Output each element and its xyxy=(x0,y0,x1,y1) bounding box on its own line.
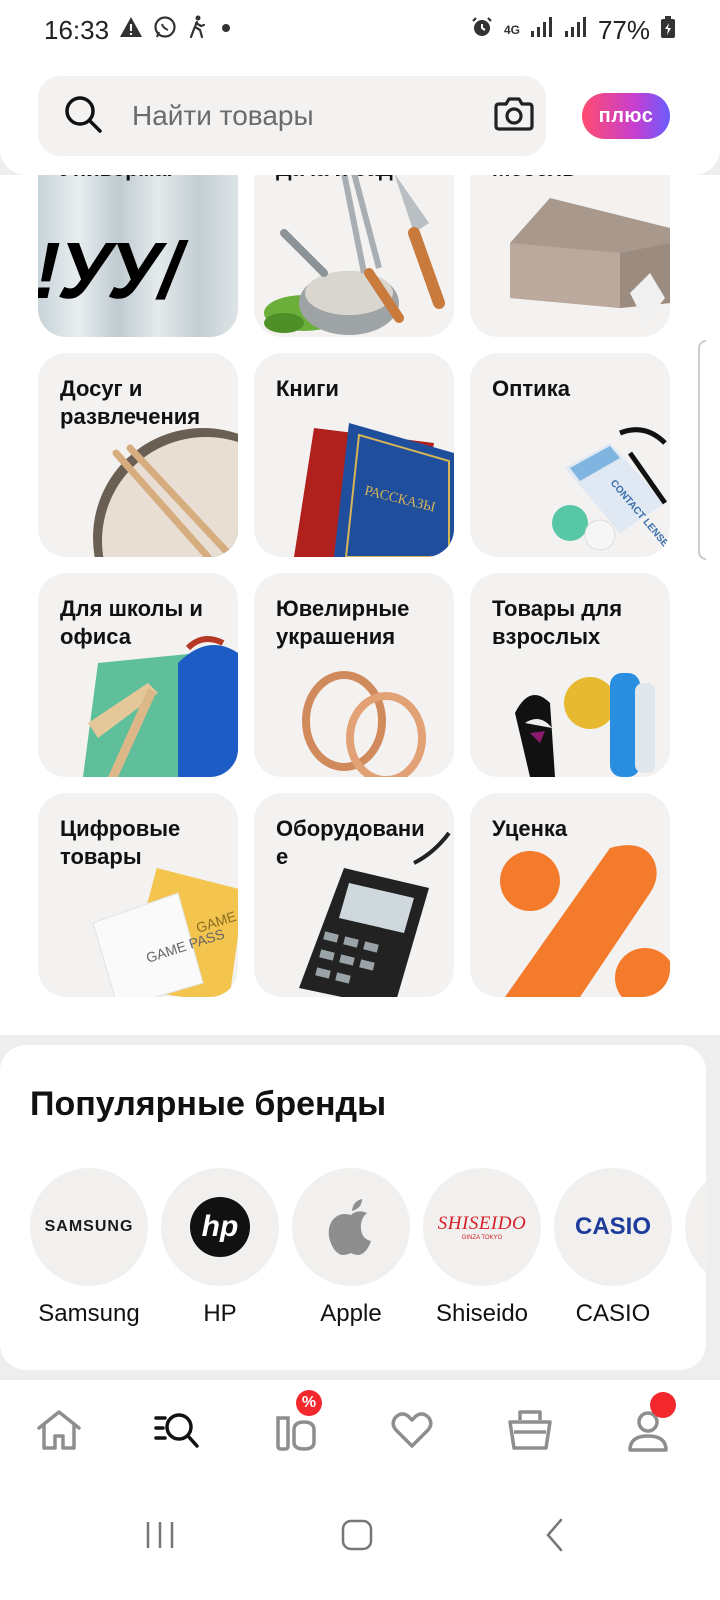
system-navigation xyxy=(0,1480,720,1600)
side-scroll-handle[interactable] xyxy=(698,340,706,560)
nav-favorites[interactable] xyxy=(384,1402,440,1458)
brand-name: CASIO xyxy=(575,1300,651,1327)
network-type: 4G xyxy=(503,23,520,37)
category-label: Цифровые товары xyxy=(60,816,181,869)
category-tile-univermag[interactable]: !УУ/ Универмаг xyxy=(38,175,238,337)
category-label: Оборудовани е xyxy=(276,816,425,869)
home-square-icon xyxy=(341,1519,373,1551)
signal-icon xyxy=(530,16,554,44)
furniture-image xyxy=(510,198,670,323)
brand-name: Samsung xyxy=(38,1300,140,1327)
whatsapp-icon xyxy=(153,15,177,45)
brand-name: HP xyxy=(203,1300,237,1327)
brand-hp[interactable]: hp HP xyxy=(161,1168,279,1328)
category-tile-optics[interactable]: CONTACT LENSES Оптика xyxy=(470,353,670,557)
brand-casio[interactable]: CASIO CASIO xyxy=(554,1168,672,1328)
recent-apps-icon xyxy=(146,1522,174,1548)
status-time: 16:33 xyxy=(44,14,110,45)
notification-dot xyxy=(650,1392,676,1418)
back-button[interactable] xyxy=(525,1505,585,1565)
brand-name: Shiseido xyxy=(435,1300,529,1327)
catalog-search-icon xyxy=(154,1413,199,1448)
popular-brands-section: Популярные бренды SAMSUNG Samsung hp HP … xyxy=(0,1045,706,1370)
status-bar: 16:33 4G 77% xyxy=(0,0,720,60)
cart-icon xyxy=(508,1410,552,1450)
warning-icon xyxy=(119,16,143,44)
sale-badge: % xyxy=(296,1390,322,1416)
brand-logo xyxy=(685,1168,706,1286)
header: плюс xyxy=(0,60,720,175)
category-tile-school[interactable]: Для школы и офиса xyxy=(38,573,238,777)
dot-icon xyxy=(217,17,235,43)
search-input[interactable] xyxy=(132,100,493,132)
brand-logo: hp xyxy=(161,1168,279,1286)
brand-logo xyxy=(292,1168,410,1286)
brand-logo: SHISEIDO GINZA TOKYO xyxy=(423,1168,541,1286)
section-title: Популярные бренды xyxy=(30,1085,387,1123)
search-bar[interactable] xyxy=(38,76,546,156)
nav-profile[interactable] xyxy=(620,1392,676,1458)
category-tile-jewelry[interactable]: Ювелирные украшения xyxy=(254,573,454,777)
nav-cart[interactable] xyxy=(502,1402,558,1458)
bottom-navigation: % xyxy=(0,1380,720,1480)
recent-apps-button[interactable] xyxy=(130,1505,190,1565)
category-tile-books[interactable]: РАССКАЗЫ Книги xyxy=(254,353,454,557)
univermag-image: !УУ/ xyxy=(38,175,238,337)
category-label: Мебель xyxy=(492,175,658,183)
category-tile-discount[interactable]: Уценка xyxy=(470,793,670,997)
home-button[interactable] xyxy=(327,1505,387,1565)
walking-icon xyxy=(187,15,207,45)
category-tile-equipment[interactable]: Оборудовани е xyxy=(254,793,454,997)
alarm-icon xyxy=(470,15,494,45)
brand-shiseido[interactable]: SHISEIDO GINZA TOKYO Shiseido xyxy=(423,1168,541,1328)
category-tile-digital[interactable]: GAME PASS GAME PASS Цифровые товары xyxy=(38,793,238,997)
category-label: Ювелирные украшения xyxy=(276,596,410,649)
brand-samsung[interactable]: SAMSUNG Samsung xyxy=(30,1168,148,1328)
nav-sale[interactable]: % xyxy=(266,1390,322,1458)
category-tile-garden[interactable]: Дача и сад xyxy=(254,175,454,337)
brand-apple[interactable]: Apple xyxy=(292,1168,410,1328)
brand-logo: SAMSUNG xyxy=(30,1168,148,1286)
battery-icon xyxy=(660,15,676,45)
battery-percent: 77% xyxy=(597,14,650,45)
nav-home[interactable] xyxy=(31,1402,87,1458)
category-label: Универмаг xyxy=(60,175,226,183)
signal-icon xyxy=(564,16,588,44)
category-tile-adult[interactable]: Товары для взрослых xyxy=(470,573,670,777)
brand-name: Apple xyxy=(320,1300,382,1327)
apple-logo-icon xyxy=(328,1199,371,1255)
category-label: Книги xyxy=(276,376,339,401)
category-label: Для школы и офиса xyxy=(60,596,203,649)
svg-text:!УУ/: !УУ/ xyxy=(38,227,192,316)
nav-catalog[interactable] xyxy=(149,1402,205,1458)
brand-next-partial[interactable] xyxy=(685,1168,706,1286)
garden-image xyxy=(264,175,445,335)
category-grid: !УУ/ Универмаг Дача и сад Мебель xyxy=(0,175,720,1035)
category-tile-furniture[interactable]: Мебель xyxy=(470,175,670,337)
category-label: Оптика xyxy=(492,376,570,401)
plus-subscription-badge[interactable]: плюс xyxy=(582,93,670,139)
camera-icon[interactable] xyxy=(493,94,535,139)
category-label: Дача и сад xyxy=(276,175,442,183)
category-label: Уценка xyxy=(492,816,568,841)
category-tile-leisure[interactable]: Досуг и развлечения xyxy=(38,353,238,557)
brand-logo: CASIO xyxy=(554,1168,672,1286)
category-label: Товары для взрослых xyxy=(492,596,623,649)
category-label: Досуг и развлечения xyxy=(60,376,201,429)
back-chevron-icon xyxy=(546,1518,563,1552)
favorites-icon xyxy=(391,1412,433,1448)
home-icon xyxy=(37,1410,81,1450)
search-icon[interactable] xyxy=(62,93,104,140)
